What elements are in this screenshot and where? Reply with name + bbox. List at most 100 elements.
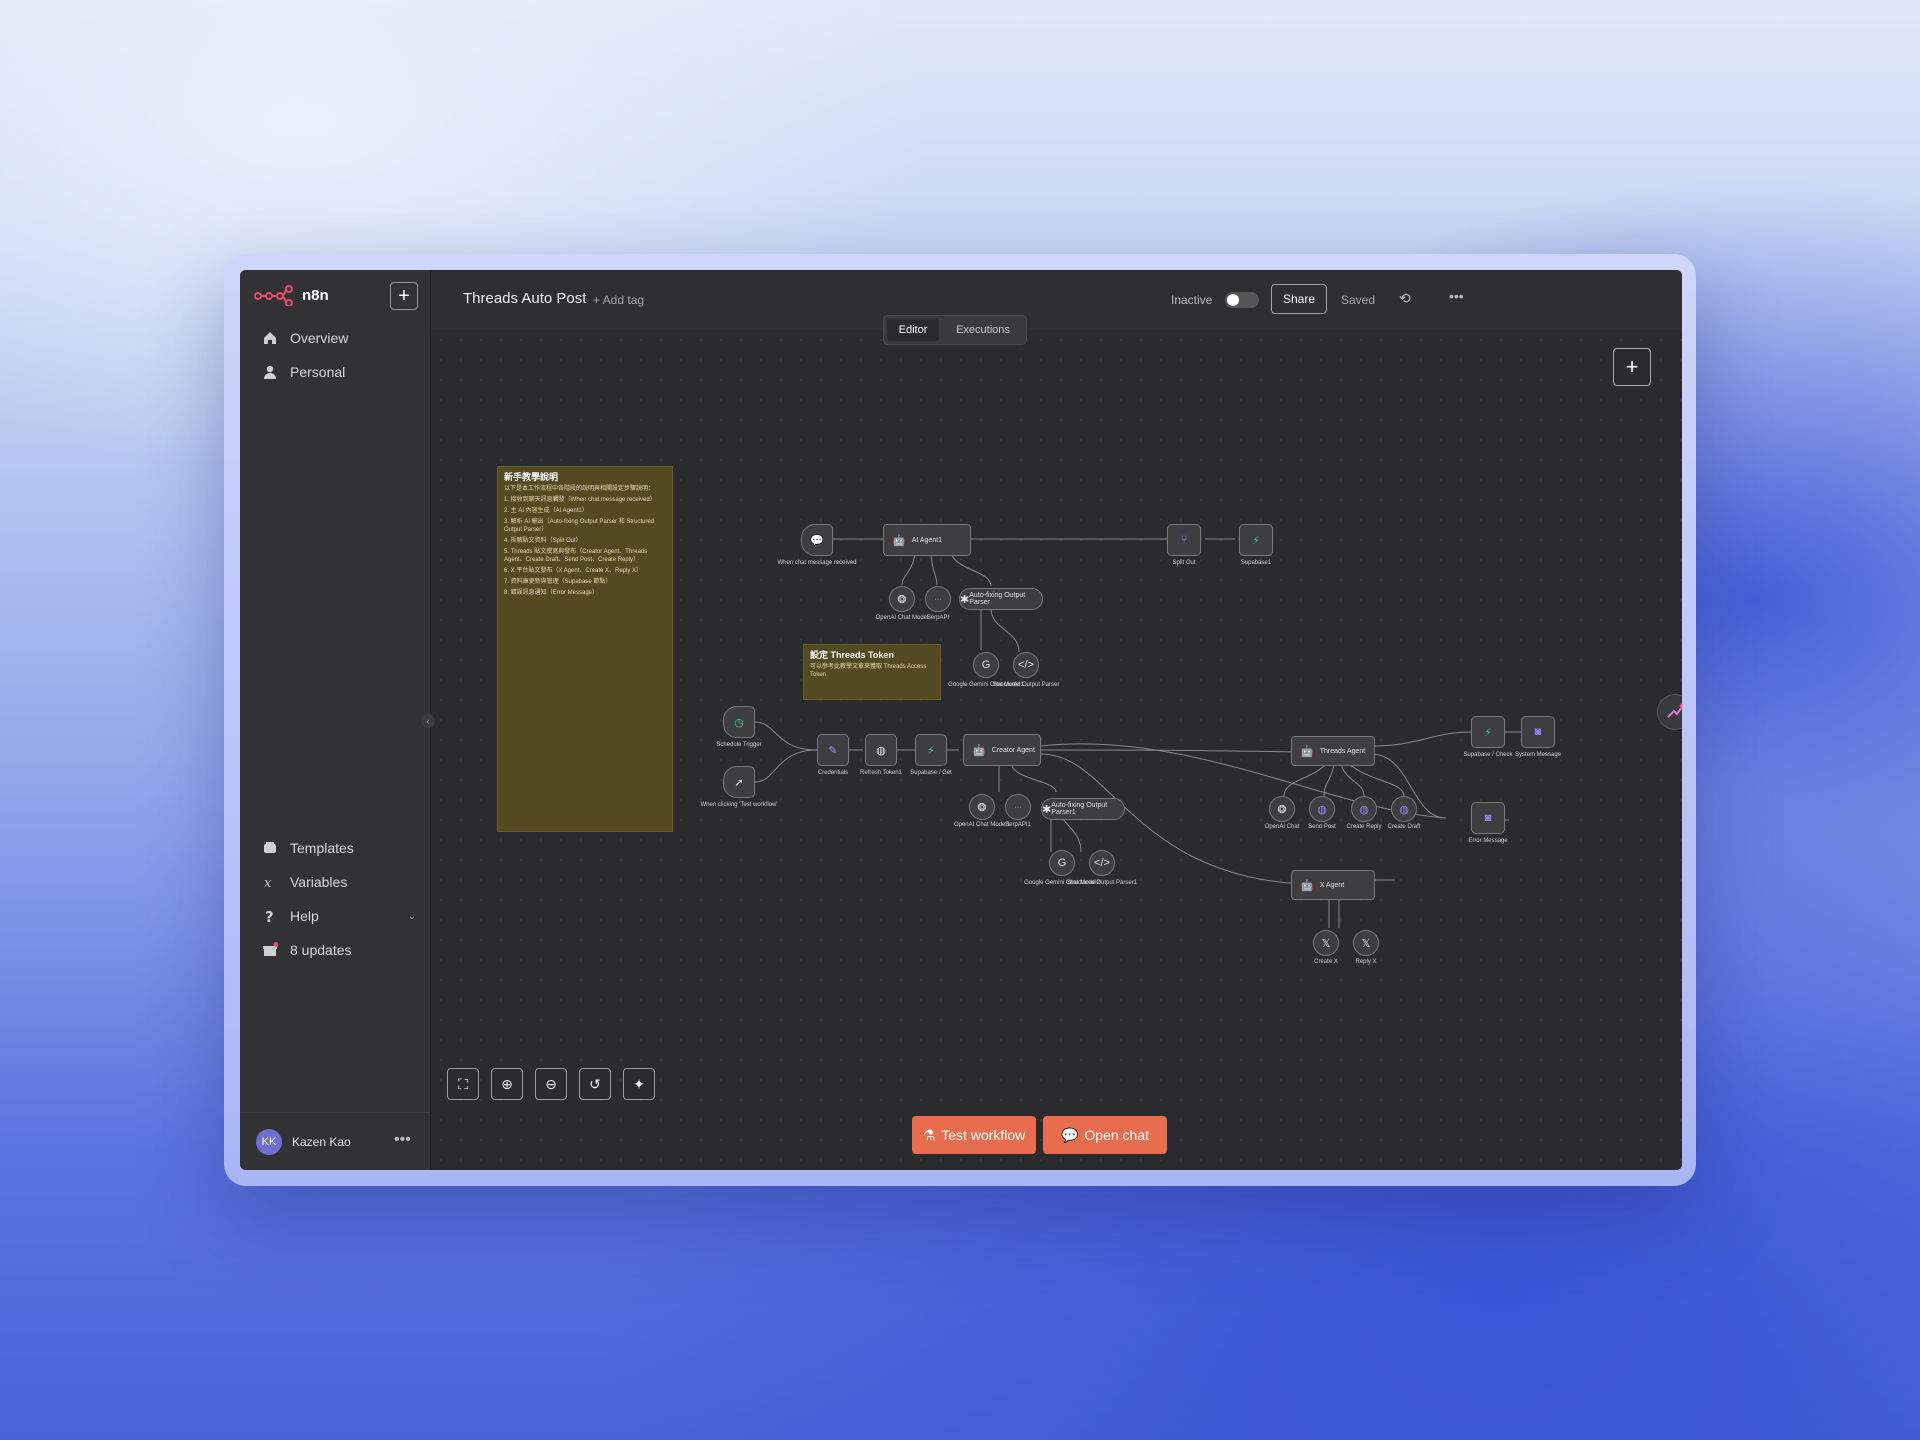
node-creator-agent[interactable]: 🤖 Creator Agent (963, 734, 1041, 766)
fit-view-button[interactable]: ⛶ (447, 1068, 479, 1100)
sticky-note-threads-token[interactable]: 設定 Threads Token 可以參考此教學文章來獲取 Threads Ac… (803, 644, 941, 700)
node-gemini-model1[interactable]: G (973, 652, 999, 678)
node-label: Supabase / Get (910, 770, 952, 776)
sidebar-item-templates[interactable]: Templates (262, 840, 354, 856)
sticky-title: 設定 Threads Token (810, 650, 894, 660)
node-autofix-parser[interactable]: ✱ Auto-fixing Output Parser (959, 588, 1043, 610)
node-manual-trigger[interactable]: ➚ (723, 766, 755, 798)
share-button[interactable]: Share (1271, 284, 1327, 314)
node-chat-trigger[interactable]: 💬 (801, 524, 833, 556)
openai-icon: ❂ (977, 801, 987, 814)
zoom-out-icon: ⊖ (545, 1075, 557, 1092)
node-system-message[interactable]: ◙ (1521, 716, 1555, 748)
node-openai-chat[interactable]: ❂ (1269, 796, 1295, 822)
split-icon: ⑂ (1180, 534, 1188, 546)
zoom-out-button[interactable]: ⊖ (535, 1068, 567, 1100)
node-structured-parser[interactable]: </> (1013, 652, 1039, 678)
node-create-x[interactable]: 𝕏 (1313, 930, 1339, 956)
node-credentials[interactable]: ✎ (817, 734, 849, 766)
discord-icon: ◙ (1534, 726, 1542, 738)
history-icon[interactable]: ⟲ (1399, 290, 1411, 307)
tab-editor[interactable]: Editor (887, 319, 939, 341)
undo-icon: ↺ (589, 1075, 601, 1092)
node-create-reply[interactable]: ◍ (1351, 796, 1377, 822)
node-create-draft[interactable]: ◍ (1391, 796, 1417, 822)
workflow-canvas[interactable]: + ‹ 新手教學說明 以下是本工作流程中各階段的說明與相關設定步驟說明： 1. … (421, 330, 1682, 1170)
node-title: AI Agent1 (911, 536, 943, 544)
node-structured-parser1[interactable]: </> (1089, 850, 1115, 876)
node-label: When chat message received (777, 560, 857, 566)
user-menu[interactable]: KK Kazen Kao ••• (240, 1112, 430, 1170)
activation-status: Inactive (1171, 293, 1213, 307)
serpapi-icon: ··· (1014, 803, 1022, 811)
activate-toggle[interactable] (1225, 292, 1259, 308)
sidebar-item-help[interactable]: ? Help ⌄ (262, 908, 416, 924)
node-label: Error Message (1468, 838, 1508, 844)
sidebar-item-overview[interactable]: Overview (262, 330, 348, 346)
tab-executions[interactable]: Executions (946, 319, 1020, 341)
more-options-icon[interactable]: ••• (394, 1131, 411, 1149)
sticky-line: 1. 接收到聊天訊息觸發（When chat message received） (504, 497, 656, 503)
variables-icon: x (264, 876, 272, 890)
discord-icon: ◙ (1484, 812, 1492, 824)
sticky-title: 新手教學說明 (504, 472, 559, 482)
add-tag-link[interactable]: + Add tag (593, 293, 644, 307)
chat-icon: 💬 (810, 534, 824, 547)
node-threads-agent[interactable]: 🤖 Threads Agent (1291, 736, 1375, 766)
openai-icon: ❂ (1277, 803, 1287, 816)
sidebar-item-label: Personal (290, 364, 346, 380)
node-supabase-check[interactable]: ⚡ (1471, 716, 1505, 748)
sidebar-item-label: Overview (290, 330, 349, 346)
node-supabase-get[interactable]: ⚡ (915, 734, 947, 766)
sidebar-item-variables[interactable]: x Variables (262, 874, 347, 890)
node-label: Reply X (1355, 959, 1377, 965)
sidebar-item-label: Templates (290, 840, 354, 856)
serpapi-icon: ··· (934, 595, 942, 603)
node-ai-agent1[interactable]: 🤖 AI Agent1 (883, 524, 971, 556)
sidebar-item-personal[interactable]: Personal (262, 364, 345, 380)
sticky-line: 5. Threads 貼文撰寫與發布（Creator Agent、Threads… (504, 549, 648, 563)
node-split-out[interactable]: ⑂ (1167, 524, 1201, 556)
sticky-line: 以下是本工作流程中各階段的說明與相關設定步驟說明： (504, 486, 655, 492)
node-reply-x[interactable]: 𝕏 (1353, 930, 1379, 956)
workflow-header: Threads Auto Post + Add tag Inactive Sha… (431, 270, 1682, 330)
open-chat-button[interactable]: 💬 Open chat (1043, 1116, 1167, 1154)
saved-status: Saved (1341, 293, 1376, 307)
more-options-icon[interactable]: ••• (1449, 288, 1464, 304)
gift-icon (263, 942, 278, 956)
node-refresh-token[interactable]: ◍ (865, 734, 897, 766)
help-icon: ? (265, 908, 274, 924)
node-label: SerpAPI1 (1005, 822, 1031, 828)
openai-icon: ❂ (897, 593, 907, 606)
canvas-controls: ⛶ ⊕ ⊖ ↺ ✦ (447, 1068, 655, 1100)
node-serpapi1[interactable]: ··· (1005, 794, 1031, 820)
chat-icon: 💬 (1060, 1126, 1079, 1143)
app-name: n8n (302, 286, 329, 304)
node-serpapi[interactable]: ··· (925, 586, 951, 612)
fullscreen-icon: ⛶ (458, 1075, 468, 1092)
create-button[interactable]: + (390, 282, 418, 310)
globe-icon: ◍ (1399, 803, 1409, 816)
zoom-in-button[interactable]: ⊕ (491, 1068, 523, 1100)
node-send-post[interactable]: ◍ (1309, 796, 1335, 822)
node-gemini-model2[interactable]: G (1049, 850, 1075, 876)
n8n-logo-icon (254, 285, 293, 306)
node-autofix-parser1[interactable]: ✱ Auto-fixing Output Parser1 (1041, 798, 1125, 820)
node-title: Creator Agent (991, 746, 1035, 754)
tidy-up-button[interactable]: ✦ (623, 1068, 655, 1100)
node-schedule-trigger[interactable]: ◷ (723, 706, 755, 738)
code-icon: </> (1018, 659, 1034, 671)
n8n-logo[interactable]: n8n (254, 284, 329, 306)
node-openai-model1[interactable]: ❂ (969, 794, 995, 820)
reset-zoom-button[interactable]: ↺ (579, 1068, 611, 1100)
workflow-title[interactable]: Threads Auto Post (463, 290, 586, 307)
x-icon: 𝕏 (1321, 937, 1331, 950)
sticky-note-tutorial[interactable]: 新手教學說明 以下是本工作流程中各階段的說明與相關設定步驟說明： 1. 接收到聊… (497, 466, 673, 832)
node-error-message[interactable]: ◙ (1471, 802, 1505, 834)
node-openai-model[interactable]: ❂ (889, 586, 915, 612)
test-workflow-button[interactable]: ⚗ Test workflow (912, 1116, 1036, 1154)
avatar: KK (256, 1129, 282, 1155)
node-x-agent[interactable]: 🤖 X Agent (1291, 870, 1375, 900)
sidebar-item-updates[interactable]: 8 updates (262, 942, 352, 958)
node-supabase1[interactable]: ⚡ (1239, 524, 1273, 556)
